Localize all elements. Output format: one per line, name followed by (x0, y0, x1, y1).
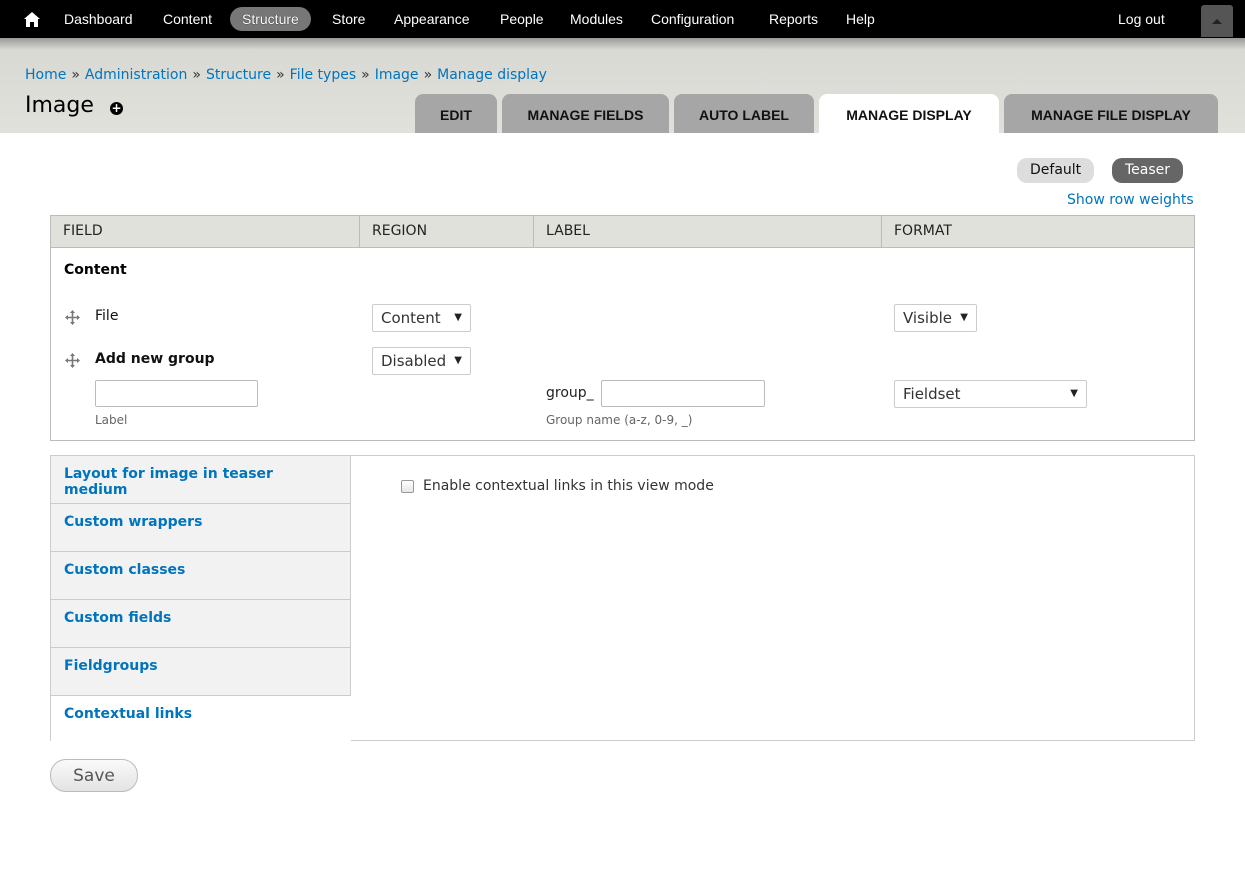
dropdown-arrow-icon: ▼ (454, 355, 462, 366)
contextual-links-checkbox[interactable] (401, 480, 414, 493)
group-region-select[interactable]: Disabled ▼ (372, 347, 471, 375)
save-button[interactable]: Save (50, 759, 138, 792)
toolbar-reports[interactable]: Reports (757, 7, 830, 31)
logout-link[interactable]: Log out (1118, 7, 1165, 31)
drag-handle-icon[interactable] (65, 353, 80, 368)
group-name-description: Group name (a-z, 0-9, _) (546, 413, 693, 427)
breadcrumb-home[interactable]: Home (25, 67, 66, 83)
vtab-contextual-links[interactable]: Contextual links (51, 696, 351, 744)
column-header-region: REGION (360, 216, 534, 247)
region-title: Content (64, 262, 127, 278)
column-header-format: FORMAT (894, 223, 952, 239)
vtab-custom-wrappers[interactable]: Custom wrappers (51, 504, 351, 552)
tab-edit[interactable]: EDIT (415, 94, 497, 133)
file-region-select[interactable]: Content ▼ (372, 304, 471, 332)
toolbar-store[interactable]: Store (320, 7, 377, 31)
dropdown-arrow-icon: ▼ (1070, 388, 1078, 399)
group-format-select[interactable]: Fieldset ▼ (894, 380, 1087, 408)
tab-manage-display[interactable]: MANAGE DISPLAY (819, 94, 999, 133)
contextual-links-checkbox-label[interactable]: Enable contextual links in this view mod… (423, 478, 714, 494)
breadcrumb-structure[interactable]: Structure (206, 67, 271, 83)
vtab-layout[interactable]: Layout for image in teaser medium (51, 456, 351, 504)
add-new-group-label: Add new group (95, 351, 215, 367)
show-row-weights-link[interactable]: Show row weights (1067, 192, 1194, 208)
page-title: Image (25, 93, 94, 118)
toolbar-appearance[interactable]: Appearance (382, 7, 482, 31)
breadcrumb: Home» Administration» Structure» File types… (25, 67, 547, 83)
vertical-tab-list: Layout for image in teaser medium Custom… (51, 456, 351, 744)
home-icon[interactable] (22, 10, 42, 28)
toolbar-help[interactable]: Help (834, 7, 887, 31)
tab-manage-fields[interactable]: MANAGE FIELDS (502, 94, 669, 133)
group-region-value: Disabled (381, 352, 447, 370)
page-header: Home» Administration» Structure» File types… (0, 38, 1245, 133)
vertical-tabs: Layout for image in teaser medium Custom… (50, 455, 1195, 744)
column-header-label: LABEL (534, 216, 882, 247)
toolbar-modules[interactable]: Modules (558, 7, 635, 31)
vtab-custom-classes[interactable]: Custom classes (51, 552, 351, 600)
tab-auto-label[interactable]: AUTO LABEL (674, 94, 814, 133)
view-mode-teaser[interactable]: Teaser (1112, 158, 1184, 183)
toolbar-structure[interactable]: Structure (230, 7, 311, 31)
toolbar-content[interactable]: Content (151, 7, 224, 31)
toolbar-configuration[interactable]: Configuration (639, 7, 746, 31)
dropdown-arrow-icon: ▼ (960, 312, 968, 323)
field-display-table: FIELD REGION LABEL FORMAT Content File C… (50, 215, 1195, 441)
group-name-prefix: group_ (546, 385, 594, 401)
toolbar-dashboard[interactable]: Dashboard (52, 7, 145, 31)
group-name-input[interactable] (601, 380, 765, 407)
group-format-value: Fieldset (903, 385, 961, 403)
breadcrumb-manage-display[interactable]: Manage display (437, 67, 547, 83)
file-format-select[interactable]: Visible ▼ (894, 304, 977, 332)
plus-circle-icon[interactable]: + (110, 102, 123, 115)
toolbar-people[interactable]: People (488, 7, 556, 31)
column-header-field: FIELD (51, 216, 360, 247)
drag-handle-icon[interactable] (65, 310, 80, 325)
breadcrumb-administration[interactable]: Administration (85, 67, 187, 83)
table-header: FIELD REGION LABEL FORMAT (51, 216, 1194, 248)
shortcut-toggle-button[interactable] (1201, 5, 1233, 37)
group-label-description: Label (95, 413, 128, 427)
breadcrumb-image[interactable]: Image (375, 67, 419, 83)
group-label-input[interactable] (95, 380, 258, 407)
dropdown-arrow-icon: ▼ (454, 312, 462, 323)
triangle-up-icon (1212, 18, 1222, 24)
file-format-value: Visible (903, 309, 952, 327)
breadcrumb-file-types[interactable]: File types (290, 67, 356, 83)
vtab-custom-fields[interactable]: Custom fields (51, 600, 351, 648)
file-region-value: Content (381, 309, 441, 327)
admin-toolbar: Dashboard Content Structure Store Appear… (0, 0, 1245, 38)
view-mode-default[interactable]: Default (1017, 158, 1095, 183)
field-file-label: File (95, 308, 119, 324)
tab-manage-file-display[interactable]: MANAGE FILE DISPLAY (1004, 94, 1218, 133)
vtab-fieldgroups[interactable]: Fieldgroups (51, 648, 351, 696)
